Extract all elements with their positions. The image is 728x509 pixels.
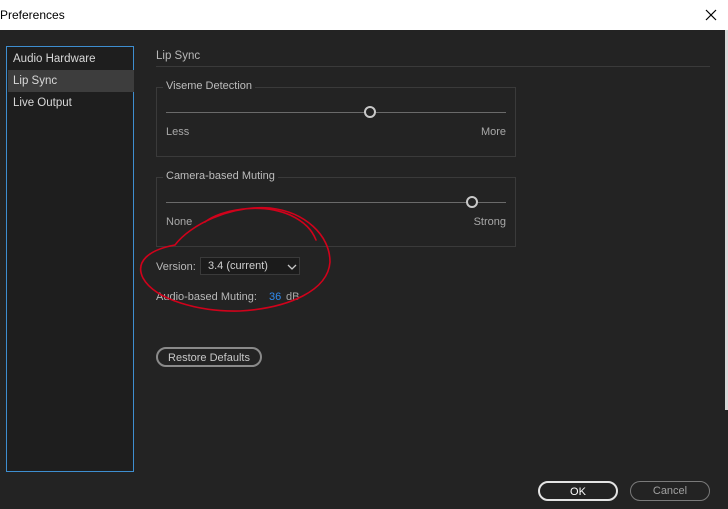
sidebar-item-audio-hardware[interactable]: Audio Hardware [8,48,134,70]
window-title: Preferences [0,8,65,22]
title-bar: Preferences [0,0,728,30]
section-title: Lip Sync [156,50,201,62]
version-label: Version: [156,261,196,273]
version-value: 3.4 (current) [208,260,268,272]
sidebar-item-lip-sync[interactable]: Lip Sync [8,70,134,92]
ok-button[interactable]: OK [538,481,618,501]
version-dropdown[interactable]: 3.4 (current) [200,257,300,275]
viseme-detection-title: Viseme Detection [163,80,256,92]
restore-defaults-button[interactable]: Restore Defaults [156,347,262,367]
camera-max-label: Strong [473,216,506,228]
section-divider [156,66,710,67]
audio-muting-value[interactable]: 36 [269,291,281,303]
close-icon[interactable] [700,4,722,26]
camera-min-label: None [166,216,193,228]
viseme-slider-thumb[interactable] [364,106,376,118]
sidebar: Audio Hardware Lip Sync Live Output [6,46,134,472]
camera-muting-title: Camera-based Muting [163,170,278,182]
camera-muting-group: Camera-based Muting None Strong [156,170,516,247]
sidebar-item-live-output[interactable]: Live Output [8,92,134,114]
camera-slider-track[interactable] [166,202,506,203]
viseme-detection-group: Viseme Detection Less More [156,80,516,157]
cancel-button[interactable]: Cancel [630,481,710,501]
viseme-max-label: More [480,126,506,138]
audio-muting-unit: dB [286,291,300,303]
chevron-down-icon [287,264,297,270]
viseme-slider-track[interactable] [166,112,506,113]
camera-slider-thumb[interactable] [466,196,478,208]
viseme-min-label: Less [166,126,190,138]
audio-muting-label: Audio-based Muting: [156,291,257,303]
